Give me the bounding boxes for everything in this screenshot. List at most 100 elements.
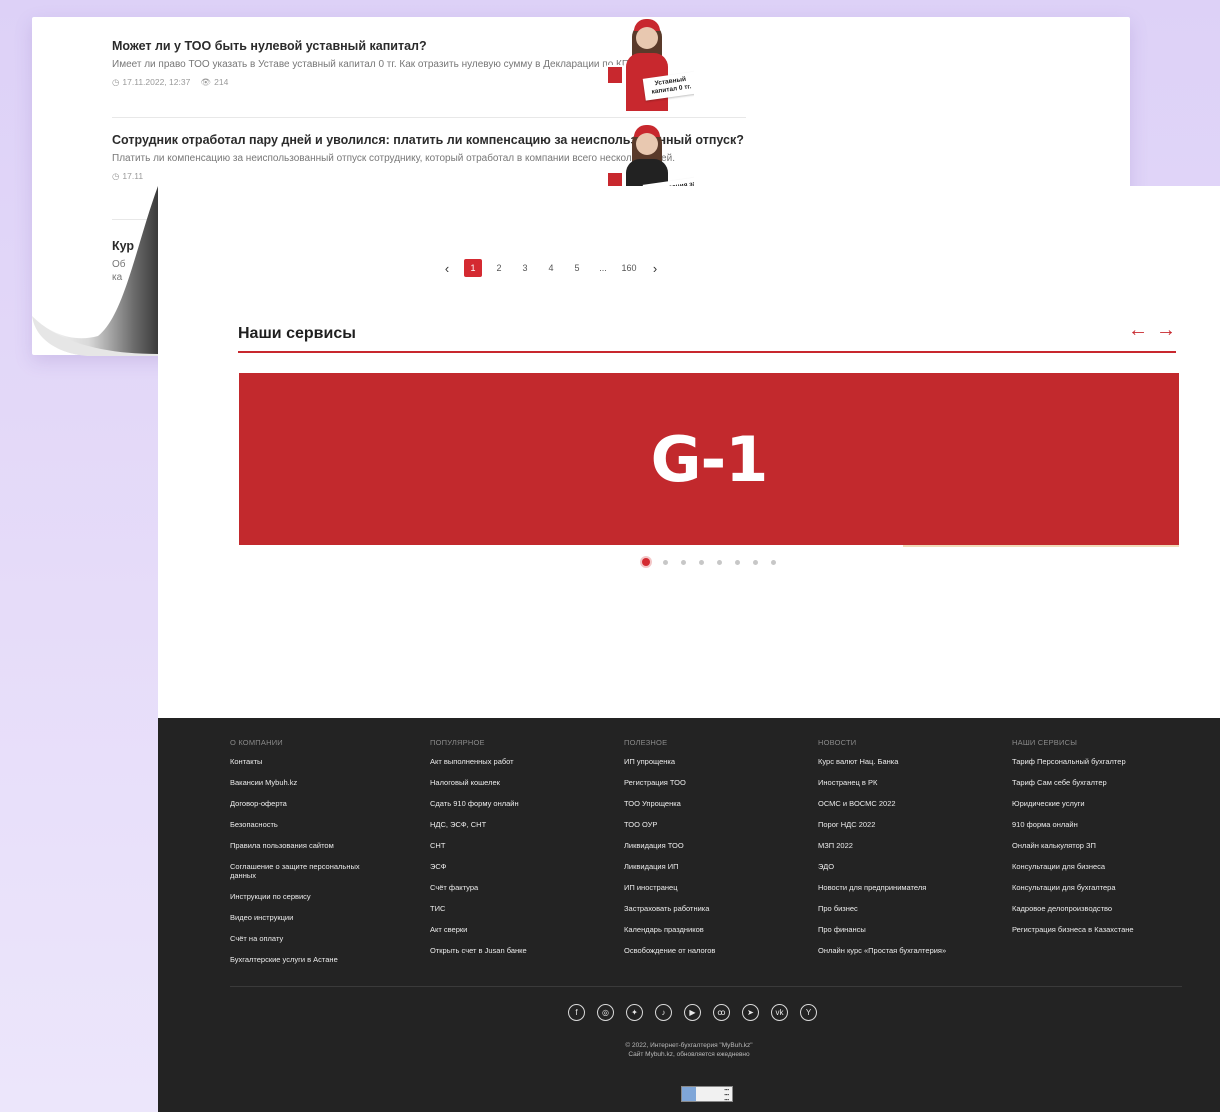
footer-link[interactable]: Контакты <box>230 757 410 766</box>
footer-column-heading: НАШИ СЕРВИСЫ <box>1012 738 1078 747</box>
section-divider <box>238 351 1176 353</box>
footer-link[interactable]: Юридические услуги <box>1012 799 1192 808</box>
footer-link[interactable]: Новости для предпринимателя <box>818 883 998 892</box>
twitter-icon[interactable]: ✦ <box>626 1004 643 1021</box>
footer-link[interactable]: Календарь праздников <box>624 925 804 934</box>
pagination-next-button[interactable]: › <box>646 259 664 277</box>
thumbnail-face <box>636 27 658 49</box>
carousel-dot[interactable] <box>717 559 722 565</box>
footer-link[interactable]: СНТ <box>430 841 610 850</box>
footer-link[interactable]: Открыть счет в Jusan банке <box>430 946 610 955</box>
carousel-dot[interactable] <box>642 558 650 566</box>
footer-link[interactable]: Договор-оферта <box>230 799 410 808</box>
footer-link[interactable]: Правила пользования сайтом <box>230 841 410 850</box>
site-footer: О КОМПАНИИ Контакты Вакансии Mybuh.kz До… <box>158 718 1220 1112</box>
footer-link[interactable]: ЭДО <box>818 862 998 871</box>
footer-link[interactable]: Инструкции по сервису <box>230 892 410 901</box>
footer-column-company: О КОМПАНИИ Контакты Вакансии Mybuh.kz До… <box>230 738 410 976</box>
footer-link[interactable]: Кадровое делопроизводство <box>1012 904 1192 913</box>
carousel-dot[interactable] <box>663 559 668 565</box>
pagination-page-1[interactable]: 1 <box>464 259 482 277</box>
carousel-dot[interactable] <box>699 559 704 565</box>
footer-link[interactable]: Застраховать работника <box>624 904 804 913</box>
copyright-line: Сайт Mybuh.kz, обновляется ежедневно <box>628 1051 750 1058</box>
footer-column-heading: НОВОСТИ <box>818 738 857 747</box>
footer-link[interactable]: Регистрация ТОО <box>624 778 804 787</box>
pagination-page-3[interactable]: 3 <box>516 259 534 277</box>
yandex-icon[interactable]: Y <box>800 1004 817 1021</box>
footer-link[interactable]: МЗП 2022 <box>818 841 998 850</box>
article-thumbnail[interactable]: Уставный капитал 0 тг. <box>598 19 694 111</box>
article-divider <box>112 117 746 118</box>
footer-link[interactable]: Соглашение о защите персональных данных <box>230 862 380 880</box>
footer-link[interactable]: Регистрация бизнеса в Казахстане <box>1012 925 1192 934</box>
pagination-page-5[interactable]: 5 <box>568 259 586 277</box>
footer-link[interactable]: Налоговый кошелек <box>430 778 610 787</box>
footer-link[interactable]: Ликвидация ИП <box>624 862 804 871</box>
footer-link[interactable]: Видео инструкции <box>230 913 410 922</box>
footer-link[interactable]: Про финансы <box>818 925 998 934</box>
footer-link[interactable]: ТИС <box>430 904 610 913</box>
vk-icon[interactable]: vk <box>771 1004 788 1021</box>
facebook-icon[interactable]: f <box>568 1004 585 1021</box>
arrow-right-icon[interactable]: → <box>1156 318 1176 342</box>
footer-link[interactable]: НДС, ЭСФ, СНТ <box>430 820 610 829</box>
footer-link[interactable]: Акт выполненных работ <box>430 757 610 766</box>
footer-link[interactable]: Сдать 910 форму онлайн <box>430 799 610 808</box>
footer-column-popular: ПОПУЛЯРНОЕ Акт выполненных работ Налогов… <box>430 738 610 967</box>
footer-link[interactable]: ТОО ОУР <box>624 820 804 829</box>
counter-logo <box>682 1087 696 1101</box>
footer-link[interactable]: Иностранец в РК <box>818 778 998 787</box>
instagram-icon[interactable]: ◎ <box>597 1004 614 1021</box>
pagination-prev-button[interactable]: ‹ <box>438 259 456 277</box>
footer-divider <box>230 986 1182 987</box>
carousel-dots <box>642 558 776 566</box>
tiktok-icon[interactable]: ♪ <box>655 1004 672 1021</box>
pagination-page-4[interactable]: 4 <box>542 259 560 277</box>
carousel-dot[interactable] <box>681 559 686 565</box>
footer-link[interactable]: Консультации для бизнеса <box>1012 862 1192 871</box>
footer-link[interactable]: Онлайн калькулятор ЗП <box>1012 841 1192 850</box>
pagination-page-2[interactable]: 2 <box>490 259 508 277</box>
carousel-dot[interactable] <box>771 559 776 565</box>
article-date: 17.11.2022, 12:37 <box>122 77 191 87</box>
thumbnail-face <box>636 133 658 155</box>
footer-column-heading: О КОМПАНИИ <box>230 738 283 747</box>
youtube-icon[interactable]: ▶ <box>684 1004 701 1021</box>
services-banner-slide[interactable]: G-1 <box>239 373 1179 545</box>
pagination-page-last[interactable]: 160 <box>620 259 638 277</box>
footer-link[interactable]: ИП иностранец <box>624 883 804 892</box>
carousel-dot[interactable] <box>735 559 740 565</box>
footer-link[interactable]: ИП упрощенка <box>624 757 804 766</box>
footer-link[interactable]: Тариф Персональный бухгалтер <box>1012 757 1192 766</box>
footer-link[interactable]: Бухгалтерские услуги в Астане <box>230 955 410 964</box>
telegram-icon[interactable]: ➤ <box>742 1004 759 1021</box>
eye-icon: 👁 214 <box>200 76 229 88</box>
footer-link[interactable]: ТОО Упрощенка <box>624 799 804 808</box>
pagination: ‹ 1 2 3 4 5 ... 160 › <box>438 259 672 277</box>
footer-link[interactable]: Про бизнес <box>818 904 998 913</box>
footer-link[interactable]: Освобождение от налогов <box>624 946 804 955</box>
footer-link[interactable]: ЭСФ <box>430 862 610 871</box>
arrow-left-icon[interactable]: ← <box>1128 318 1148 342</box>
footer-link[interactable]: Вакансии Mybuh.kz <box>230 778 410 787</box>
footer-link[interactable]: Безопасность <box>230 820 410 829</box>
visitor-counter-badge[interactable]: ▪▪▪ ▪▪▪ ▪▪▪ <box>681 1086 733 1102</box>
footer-link[interactable]: Тариф Сам себе бухгалтер <box>1012 778 1192 787</box>
footer-link[interactable]: Курс валют Нац. Банка <box>818 757 998 766</box>
copyright-line: © 2022, Интернет-бухгалтерия "MyBuh.kz" <box>625 1042 753 1049</box>
footer-link[interactable]: Консультации для бухгалтера <box>1012 883 1192 892</box>
carousel-dot[interactable] <box>753 559 758 565</box>
footer-column-news: НОВОСТИ Курс валют Нац. Банка Иностранец… <box>818 738 998 967</box>
footer-link[interactable]: Онлайн курс «Простая бухгалтерия» <box>818 946 998 955</box>
footer-column-heading: ПОПУЛЯРНОЕ <box>430 738 485 747</box>
footer-link[interactable]: Порог НДС 2022 <box>818 820 998 829</box>
footer-link[interactable]: Счёт фактура <box>430 883 610 892</box>
odnoklassniki-icon[interactable]: ꝏ <box>713 1004 730 1021</box>
footer-link[interactable]: Акт сверки <box>430 925 610 934</box>
footer-link[interactable]: Счёт на оплату <box>230 934 410 943</box>
footer-link[interactable]: 910 форма онлайн <box>1012 820 1192 829</box>
footer-link[interactable]: ОСМС и ВОСМС 2022 <box>818 799 998 808</box>
footer-link[interactable]: Ликвидация ТОО <box>624 841 804 850</box>
clock-icon: ◷ 17.11.2022, 12:37 <box>112 76 191 88</box>
